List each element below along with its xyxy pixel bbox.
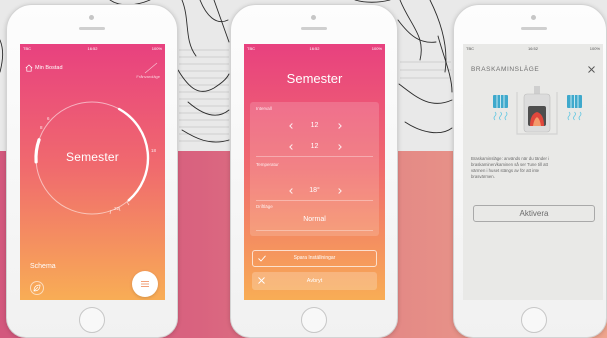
dial-tick-marks [109,201,130,215]
temperature-value: 18° [309,187,320,194]
earpiece-speaker [79,27,105,30]
divider [256,230,373,231]
home-button[interactable] [301,307,327,333]
end-value: 12 [310,143,319,150]
front-camera [311,15,316,20]
stove-icon [516,86,558,135]
phone-fireplace-mode: TBC 16:52 100% BRASKAMINSLÄGE Braskamins… [453,4,607,338]
current-mode-label: Semester [66,150,119,164]
earpiece-speaker [521,27,547,30]
status-bar: TBC 16:52 100% [247,46,382,52]
battery-label: 100% [589,46,600,51]
page-title: BRASKAMINSLÄGE [471,66,540,73]
thermostat-dial[interactable] [20,44,165,300]
interval-label: Intervall [256,106,272,111]
status-bar: TBC 16:52 100% [466,46,600,52]
divider [256,200,373,201]
home-button[interactable] [79,307,105,333]
activate-label: Aktivera [519,209,549,218]
dial-tick-label: 6 [47,116,50,121]
dial-tick-label: 22 [114,206,120,211]
temperature-label: Temperatur [256,162,279,167]
front-camera [89,15,94,20]
battery-label: 100% [371,46,382,51]
dial-tick-label: 8 [40,125,43,130]
menu-icon [141,281,149,287]
front-camera [531,15,536,20]
fireplace-mode-screen: TBC 16:52 100% BRASKAMINSLÄGE Braskamins… [463,44,603,300]
close-icon[interactable] [588,66,595,73]
schedule-link[interactable]: Schema [30,263,56,270]
mode-select[interactable]: Normal [244,216,385,223]
check-icon [258,255,266,262]
vacation-settings-screen: TBC 16:52 100% Semester Intervall 12 12 … [244,44,385,300]
save-label: Spara Inställningar [293,255,336,261]
clock-label: 16:52 [527,46,538,51]
mode-label: Driftläge [256,204,273,209]
save-settings-button[interactable]: Spara Inställningar [252,250,377,267]
home-button[interactable] [521,307,547,333]
fireplace-illustration [493,86,582,135]
description-text: Braskaminsläge: används när du tänder i … [471,156,597,180]
divider [256,156,373,157]
activate-button[interactable]: Aktivera [473,205,595,222]
earpiece-speaker [301,27,327,30]
page-title: Semester [286,71,343,86]
home-screen: TBC 16:52 100% Min Bostad Frånvaroläge 6… [20,44,165,300]
leaf-icon [33,284,41,292]
leaf-button[interactable] [30,281,44,295]
close-icon [258,277,265,284]
app-marketing-screenshot: TBC 16:52 100% Min Bostad Frånvaroläge 6… [0,0,607,338]
clock-label: 16:52 [309,46,320,51]
cancel-button[interactable]: Avbryt [252,272,377,290]
description-line: brasvärmen. [471,174,495,179]
radiator-icon [493,95,508,121]
start-value: 12 [310,122,319,129]
radiator-icon [567,95,582,121]
phone-vacation-settings: TBC 16:52 100% Semester Intervall 12 12 … [230,4,398,338]
phone-home: TBC 16:52 100% Min Bostad Frånvaroläge 6… [6,4,178,338]
menu-button[interactable] [132,271,158,297]
cancel-label: Avbryt [306,278,323,284]
